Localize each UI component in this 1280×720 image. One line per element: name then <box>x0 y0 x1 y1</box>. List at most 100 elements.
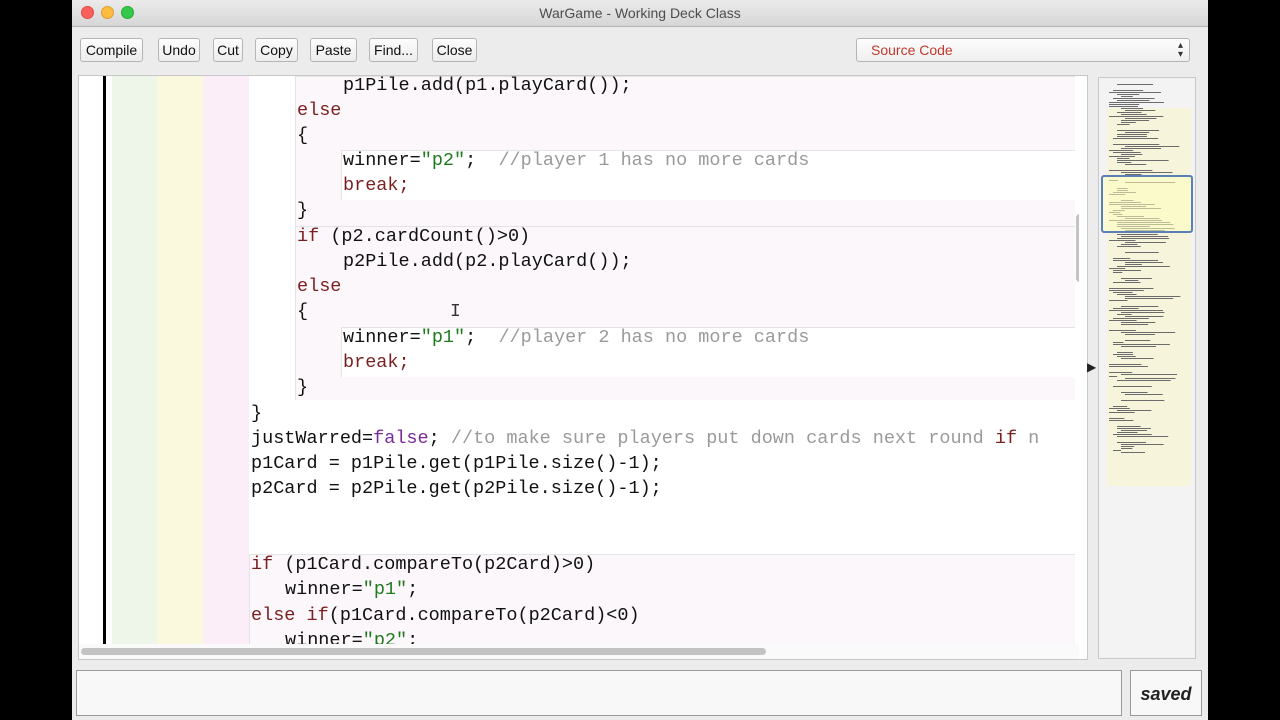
minimap-line <box>1125 118 1157 119</box>
minimap-line <box>1125 394 1163 395</box>
close-button[interactable]: Close <box>432 38 477 62</box>
find-button[interactable]: Find... <box>369 38 418 62</box>
minimap-line <box>1121 448 1133 449</box>
code-line-15: justWarred=false; //to make sure players… <box>251 428 1040 449</box>
triangle-right-icon[interactable]: ▶ <box>1087 360 1096 374</box>
minimap-line <box>1117 356 1136 357</box>
minimap-line <box>1125 280 1139 281</box>
overview-viewport[interactable] <box>1101 175 1193 233</box>
minimap-line <box>1121 122 1136 123</box>
minimap-line <box>1121 312 1165 313</box>
minimap-line <box>1117 160 1169 161</box>
minimap-line <box>1117 410 1152 411</box>
minimap-line <box>1109 330 1136 331</box>
minimap-line <box>1113 354 1134 355</box>
bluej-editor-window: WarGame - Working Deck Class Compile Und… <box>72 0 1208 720</box>
minimap-line <box>1121 154 1143 155</box>
code-line-9: else <box>297 276 342 297</box>
vertical-scrollbar[interactable] <box>1073 76 1079 644</box>
code-line-2: else <box>297 100 342 121</box>
code-line-14: } <box>251 403 263 424</box>
minimap-line <box>1121 358 1154 359</box>
minimap-line <box>1125 262 1163 263</box>
minimap-line <box>1121 392 1148 393</box>
chevron-updown-icon: ▴ ▾ <box>1177 40 1183 60</box>
minimap-line <box>1121 332 1176 333</box>
minimap-line <box>1117 380 1171 381</box>
minimap-line <box>1109 310 1164 311</box>
minimap-line <box>1109 116 1164 117</box>
code-area[interactable]: p1Pile.add(p1.playCard()); else { winner… <box>79 76 1079 644</box>
minimap-line <box>1125 146 1180 147</box>
minimap-line <box>1125 132 1150 133</box>
minimap-line <box>1117 84 1154 85</box>
view-selector[interactable]: Source Code ▴ ▾ <box>856 38 1190 62</box>
status-message-area <box>76 670 1122 716</box>
view-selector-value: Source Code <box>871 42 953 58</box>
minimap-line <box>1113 282 1141 283</box>
overview-minimap <box>1109 84 1181 453</box>
minimap-line <box>1117 112 1142 113</box>
minimap-line <box>1113 144 1160 145</box>
code-overview-panel[interactable] <box>1098 77 1196 659</box>
code-line-5: break; <box>343 175 410 196</box>
minimap-line <box>1121 374 1178 375</box>
minimap-line <box>1125 264 1142 265</box>
minimap-line <box>1117 428 1151 429</box>
minimap-line <box>1117 246 1141 247</box>
minimap-line <box>1113 292 1133 293</box>
minimap-line <box>1121 120 1150 121</box>
toolbar: Compile Undo Cut Copy Paste Find... Clos… <box>72 27 1208 73</box>
minimap-line <box>1117 162 1132 163</box>
minimap-line <box>1121 244 1138 245</box>
minimap-line <box>1117 294 1137 295</box>
code-line-21: winner="p2"; <box>285 630 419 644</box>
minimap-line <box>1109 290 1144 291</box>
cut-button[interactable]: Cut <box>213 38 243 62</box>
minimap-line <box>1113 318 1149 319</box>
minimap-line <box>1121 322 1156 323</box>
undo-button[interactable]: Undo <box>158 38 200 62</box>
minimap-line <box>1117 436 1169 437</box>
minimap-line <box>1117 234 1158 235</box>
minimap-line <box>1109 420 1134 421</box>
minimap-line <box>1117 426 1141 427</box>
code-line-20: else if(p1Card.compareTo(p2Card)<0) <box>251 605 640 626</box>
minimap-line <box>1121 452 1145 453</box>
minimap-line <box>1109 288 1154 289</box>
scope-band-outer <box>79 76 103 644</box>
minimap-line <box>1109 156 1135 157</box>
copy-button[interactable]: Copy <box>255 38 298 62</box>
code-line-3: { <box>297 125 309 146</box>
minimap-line <box>1121 108 1144 109</box>
minimap-line <box>1117 124 1130 125</box>
minimap-line <box>1117 94 1140 95</box>
minimap-line <box>1109 418 1125 419</box>
minimap-line <box>1121 114 1147 115</box>
minimap-line <box>1125 334 1156 335</box>
minimap-line <box>1125 164 1147 165</box>
code-line-4-text: winner="p2"; //player 1 has no more card… <box>343 150 810 171</box>
minimap-line <box>1117 158 1130 159</box>
code-line-7: if (p2.cardCount()>0) <box>297 226 531 247</box>
code-editor[interactable]: p1Pile.add(p1.playCard()); else { winner… <box>78 75 1088 660</box>
minimap-line <box>1117 134 1147 135</box>
minimap-line <box>1109 364 1142 365</box>
minimap-line <box>1117 130 1160 131</box>
horizontal-scroll-thumb[interactable] <box>81 648 766 655</box>
minimap-line <box>1109 150 1134 151</box>
minimap-line <box>1121 236 1169 237</box>
minimap-line <box>1125 340 1151 341</box>
minimap-line <box>1117 100 1150 101</box>
vertical-scroll-thumb[interactable] <box>1076 214 1079 282</box>
horizontal-scrollbar[interactable] <box>79 644 1079 659</box>
minimap-line <box>1121 400 1165 401</box>
minimap-line <box>1113 258 1131 259</box>
minimap-line <box>1113 344 1170 345</box>
minimap-line <box>1113 406 1128 407</box>
paste-button[interactable]: Paste <box>310 38 357 62</box>
code-line-6: } <box>297 200 309 221</box>
title-bar[interactable]: WarGame - Working Deck Class <box>72 0 1208 27</box>
minimap-line <box>1125 110 1156 111</box>
compile-button[interactable]: Compile <box>80 38 143 62</box>
